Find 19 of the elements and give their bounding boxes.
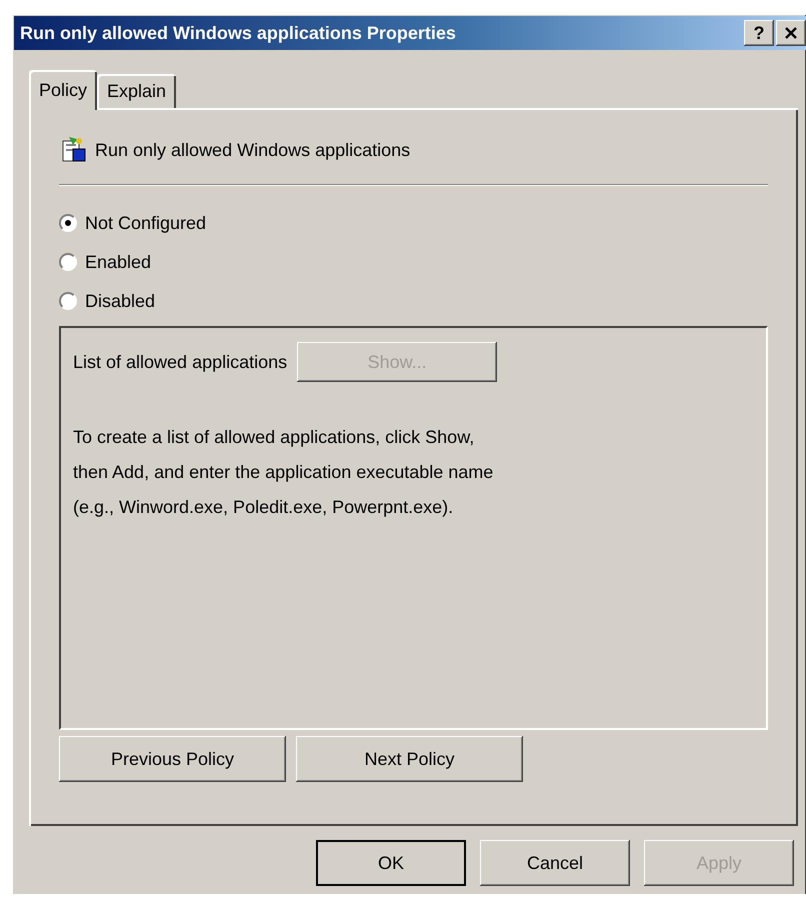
close-icon bbox=[784, 27, 798, 39]
setting-label: List of allowed applications bbox=[73, 352, 288, 372]
radio-label: Enabled bbox=[85, 252, 152, 272]
radio-button[interactable] bbox=[59, 214, 77, 232]
tab[interactable]: Explain bbox=[97, 74, 176, 108]
description-text: To create a list of allowed applications, click Show, then Add, and enter the application executable name (e.g., Winword.exe, Poledit.exe, Powerpnt.exe). bbox=[73, 426, 494, 519]
policy-nav-button[interactable]: Next Policy bbox=[296, 736, 523, 782]
radio-button[interactable] bbox=[59, 292, 77, 310]
close-button[interactable] bbox=[776, 20, 806, 46]
policy-nav-button[interactable]: Previous Policy bbox=[59, 736, 286, 782]
radio-label: Disabled bbox=[85, 290, 156, 312]
dialog-button[interactable]: Cancel bbox=[480, 840, 630, 886]
dialog-button[interactable]: OK bbox=[316, 840, 466, 886]
help-button[interactable]: ? bbox=[744, 20, 774, 46]
radio-label: Not Configured bbox=[85, 212, 206, 234]
policy-title: Run only allowed Windows applications bbox=[95, 140, 410, 160]
window-title: Run only allowed Windows applications Properties bbox=[20, 22, 457, 44]
radio-button[interactable] bbox=[59, 253, 77, 271]
tab[interactable]: Policy bbox=[29, 70, 98, 110]
